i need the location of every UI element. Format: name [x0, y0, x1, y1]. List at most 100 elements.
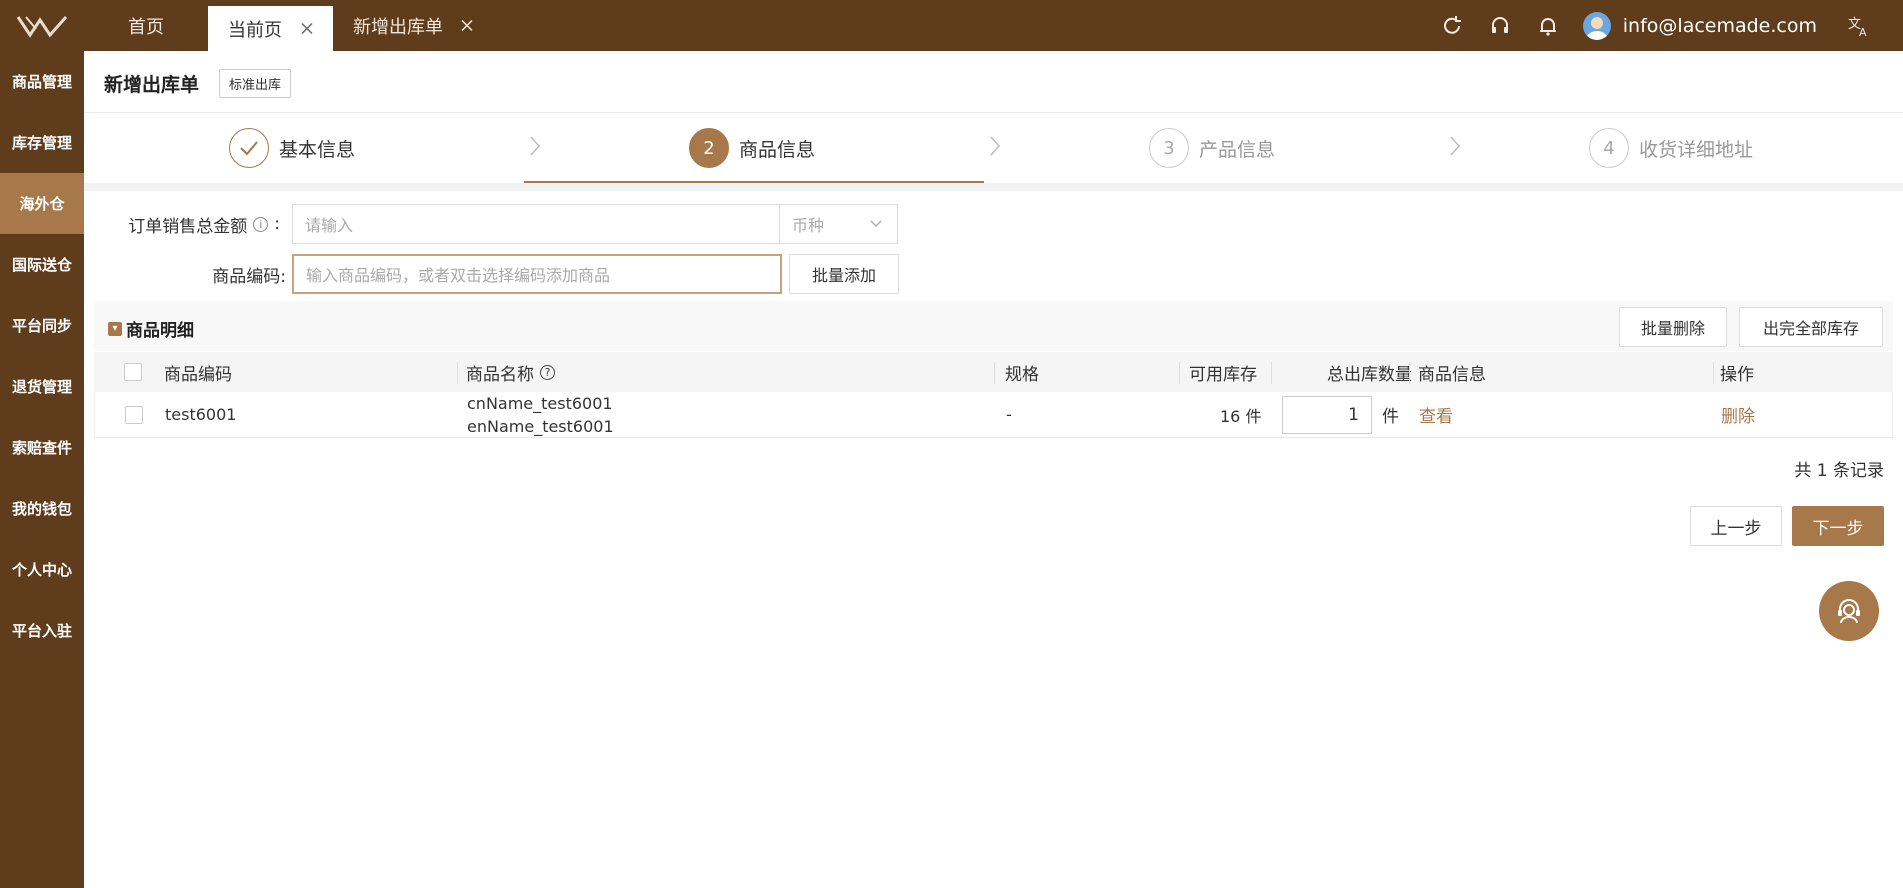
- translate-icon[interactable]: 文A: [1847, 13, 1873, 39]
- sidebar-item-label: 国际送仓: [11, 256, 72, 274]
- step-number: 3: [1149, 128, 1189, 168]
- product-table: 商品编码 商品名称 ? 规格 可用库存 总出库数量 商品信息 操作 test60…: [94, 352, 1893, 438]
- tab-new-outbound[interactable]: 新增出库单: [333, 0, 493, 51]
- row-code: test6001: [165, 405, 237, 424]
- header-qty: 总出库数量: [1327, 364, 1412, 385]
- chevron-right-icon: [529, 135, 541, 163]
- amount-input[interactable]: 请输入: [292, 204, 780, 244]
- sidebar-item-profile[interactable]: 个人中心: [0, 539, 84, 600]
- next-step-button[interactable]: 下一步: [1792, 506, 1884, 546]
- sidebar-item-label: 平台同步: [11, 317, 72, 335]
- section-title-text: 商品明细: [126, 321, 194, 341]
- tab-current-label: 当前页: [228, 19, 282, 41]
- column-divider: [1271, 362, 1272, 384]
- code-row: 商品编码: 输入商品编码，或者双击选择编码添加商品 批量添加: [84, 254, 899, 294]
- customer-service-button[interactable]: [1819, 581, 1879, 641]
- sidebar-item-products[interactable]: 商品管理: [0, 51, 84, 112]
- tab-home-label: 首页: [128, 16, 164, 38]
- step-label: 商品信息: [739, 138, 816, 161]
- view-link[interactable]: 查看: [1419, 392, 1453, 437]
- top-bar: 首页 当前页 新增出库单 info@lacemade.com 文 A: [0, 0, 1903, 51]
- sidebar-item-label: 海外仓: [19, 195, 65, 213]
- tab-home[interactable]: 首页: [84, 0, 208, 51]
- out-all-stock-button[interactable]: 出完全部库存: [1739, 307, 1883, 347]
- section-title: ▾ 商品明细: [108, 316, 194, 341]
- step-label: 收货详细地址: [1639, 138, 1754, 161]
- collapse-icon[interactable]: ▾: [108, 321, 122, 336]
- row-qty-group: 1 件: [1282, 392, 1399, 437]
- close-icon[interactable]: [301, 18, 313, 39]
- sidebar-item-label: 库存管理: [11, 134, 72, 152]
- sidebar-item-overseas-warehouse[interactable]: 海外仓: [0, 173, 84, 234]
- page-header: 新增出库单 标准出库: [104, 69, 292, 98]
- info-icon[interactable]: i: [253, 216, 269, 232]
- sidebar-item-claims[interactable]: 索赔查件: [0, 417, 84, 478]
- help-icon[interactable]: ?: [540, 364, 555, 380]
- currency-select[interactable]: 币种: [780, 204, 898, 244]
- order-type-tag: 标准出库: [219, 69, 292, 98]
- sidebar-item-label: 个人中心: [11, 561, 72, 579]
- check-icon: [229, 128, 269, 168]
- row-name: cnName_test6001 enName_test6001: [467, 392, 614, 437]
- row-stock: 16 件: [1220, 406, 1262, 426]
- refresh-icon[interactable]: [1439, 13, 1465, 39]
- step-basic-info[interactable]: 基本信息: [229, 113, 355, 183]
- quantity-input[interactable]: 1: [1282, 395, 1372, 434]
- column-divider: [1409, 362, 1410, 384]
- row-name-en: enName_test6001: [467, 416, 614, 436]
- user-email[interactable]: info@lacemade.com: [1623, 15, 1817, 37]
- currency-placeholder: 币种: [792, 216, 825, 235]
- svg-text:A: A: [1859, 26, 1867, 37]
- headset-icon[interactable]: [1487, 13, 1513, 39]
- amount-label-text: 订单销售总金额: [128, 216, 248, 237]
- tab-new-outbound-label: 新增出库单: [353, 16, 443, 38]
- batch-add-button[interactable]: 批量添加: [789, 254, 899, 294]
- table-header: 商品编码 商品名称 ? 规格 可用库存 总出库数量 商品信息 操作: [94, 352, 1893, 392]
- sidebar-item-international-shipping[interactable]: 国际送仓: [0, 234, 84, 295]
- step-product-info[interactable]: 2 商品信息: [689, 113, 815, 183]
- sidebar-item-platform-onboarding[interactable]: 平台入驻: [0, 600, 84, 661]
- step-shipping-address[interactable]: 4 收货详细地址: [1589, 113, 1753, 183]
- chevron-right-icon: [989, 135, 1001, 163]
- avatar[interactable]: [1582, 11, 1611, 40]
- chevron-right-icon: [1449, 135, 1461, 163]
- sidebar-item-label: 我的钱包: [11, 500, 72, 518]
- support-agent-icon: [1838, 599, 1860, 624]
- tab-current[interactable]: 当前页: [208, 6, 333, 51]
- separator-band: [84, 183, 1903, 191]
- sidebar-item-label: 平台入驻: [11, 622, 72, 640]
- sidebar-item-inventory[interactable]: 库存管理: [0, 112, 84, 173]
- sidebar-item-wallet[interactable]: 我的钱包: [0, 478, 84, 539]
- logo[interactable]: [0, 0, 84, 51]
- sidebar-item-label: 索赔查件: [11, 439, 72, 457]
- row-checkbox[interactable]: [125, 392, 143, 437]
- select-all-checkbox[interactable]: [124, 352, 142, 392]
- chevron-down-icon: [869, 215, 883, 234]
- logo-icon: [16, 15, 68, 38]
- step-label: 产品信息: [1199, 138, 1276, 161]
- step-item-info[interactable]: 3 产品信息: [1149, 113, 1275, 183]
- sidebar-item-returns[interactable]: 退货管理: [0, 356, 84, 417]
- bell-icon[interactable]: [1535, 13, 1561, 39]
- step-label: 基本信息: [279, 138, 356, 161]
- product-code-input[interactable]: 输入商品编码，或者双击选择编码添加商品: [292, 254, 782, 294]
- delete-link[interactable]: 删除: [1721, 392, 1755, 437]
- tab-strip: 首页 当前页 新增出库单: [84, 0, 493, 51]
- row-qty-unit: 件: [1382, 407, 1399, 427]
- batch-delete-button[interactable]: 批量删除: [1619, 307, 1727, 347]
- header-stock: 可用库存: [1189, 364, 1257, 385]
- step-number: 2: [689, 128, 729, 168]
- sidebar: 商品管理 库存管理 海外仓 国际送仓 平台同步 退货管理 索赔查件 我的钱包 个…: [0, 51, 84, 888]
- prev-step-button[interactable]: 上一步: [1690, 506, 1782, 546]
- close-icon[interactable]: [461, 15, 473, 36]
- step-number: 4: [1589, 128, 1629, 168]
- record-count: 共 1 条记录: [1794, 461, 1884, 481]
- sidebar-item-platform-sync[interactable]: 平台同步: [0, 295, 84, 356]
- table-row: test6001 cnName_test6001 enName_test6001…: [94, 392, 1893, 438]
- product-details-section: ▾ 商品明细 批量删除 出完全部库存: [94, 301, 1893, 351]
- top-right-tools: info@lacemade.com 文A: [1439, 0, 1873, 51]
- column-divider: [994, 362, 995, 384]
- page-title: 新增出库单: [104, 74, 200, 96]
- header-info: 商品信息: [1418, 364, 1486, 385]
- amount-label-colon: :: [274, 214, 280, 234]
